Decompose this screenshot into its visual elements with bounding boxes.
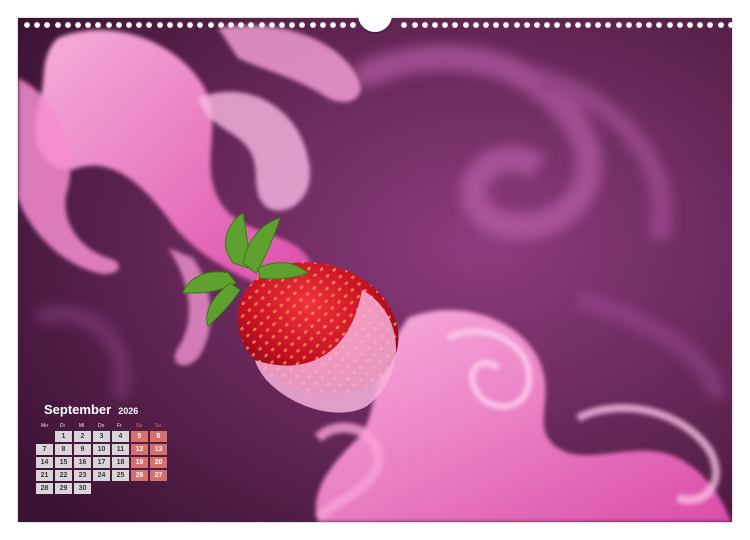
binding-hole — [268, 22, 275, 28]
binding-hole — [432, 22, 438, 28]
calendar-day — [36, 431, 53, 442]
binding-hole — [64, 22, 71, 28]
binding-hole — [309, 22, 316, 28]
binding-hole — [166, 22, 173, 28]
calendar-day: 22 — [55, 470, 72, 481]
calendar-day: 2 — [74, 431, 91, 442]
binding-hole — [625, 22, 632, 28]
calendar-day: 17 — [93, 457, 110, 468]
calendar-day: 8 — [55, 444, 72, 455]
binding-hole — [717, 22, 724, 28]
calendar-day: 27 — [150, 470, 167, 481]
calendar-day: 21 — [36, 470, 53, 481]
binding-hole — [105, 22, 112, 28]
weekday-label: Fr — [117, 423, 122, 429]
calendar-day: 30 — [74, 483, 91, 494]
calendar-day: 10 — [93, 444, 110, 455]
binding-hole — [687, 22, 693, 28]
binding-hole — [330, 22, 336, 28]
calendar-day: 16 — [74, 457, 91, 468]
calendar-day: 19 — [131, 457, 148, 468]
binding-hole — [217, 22, 224, 28]
binding-hole — [666, 22, 673, 28]
calendar-day: 20 — [150, 457, 167, 468]
calendar-day: 13 — [150, 444, 167, 455]
weekday-label: Di — [60, 423, 65, 429]
binding-hole — [585, 22, 591, 28]
calendar-day: 6 — [150, 431, 167, 442]
binding-hole — [483, 22, 489, 28]
calendar-day — [131, 483, 148, 494]
calendar-day: 28 — [36, 483, 53, 494]
weekday-label: So — [155, 423, 162, 429]
calendar-day: 1 — [55, 431, 72, 442]
calendar-day: 9 — [74, 444, 91, 455]
binding-hole — [676, 22, 683, 28]
binding-hole — [228, 22, 234, 28]
calendar-day: 29 — [55, 483, 72, 494]
binding-hole — [126, 22, 132, 28]
binding-hole — [534, 22, 540, 28]
calendar-day — [112, 483, 129, 494]
month-calendar: September 2026 Mo Di Mi Do Fr Sa So 1234… — [36, 402, 176, 496]
binding-hole — [319, 22, 326, 28]
weekday-label: Mi — [79, 423, 85, 429]
binding-hole — [54, 22, 61, 28]
calendar-day: 24 — [93, 470, 110, 481]
calendar-day: 14 — [36, 457, 53, 468]
binding-hole — [513, 22, 520, 28]
binding-hole — [258, 22, 265, 28]
calendar-day: 5 — [131, 431, 148, 442]
binding-hole — [411, 22, 418, 28]
calendar-day: 26 — [131, 470, 148, 481]
day-grid: 1 2 3 4 5 6 7 8 9 10 11 12 13 14 15 16 17 18 19 20 21 22 23 24 2… — [36, 431, 176, 496]
binding-hole — [727, 22, 734, 28]
calendar-day: 3 — [93, 431, 110, 442]
calendar-day: 4 — [112, 431, 129, 442]
calendar-day: 23 — [74, 470, 91, 481]
binding-hole — [156, 22, 163, 28]
calendar-day: 7 — [36, 444, 53, 455]
binding-hole — [177, 22, 183, 28]
weekday-label: Do — [98, 423, 105, 429]
binding-hole — [462, 22, 469, 28]
month-name: September — [44, 402, 112, 417]
calendar-day — [93, 483, 110, 494]
calendar-day — [150, 483, 167, 494]
calendar-day: 18 — [112, 457, 129, 468]
binding-hole — [636, 22, 642, 28]
binding-hole — [207, 22, 214, 28]
binding-hole — [615, 22, 622, 28]
binding-hole — [472, 22, 479, 28]
calendar-day: 12 — [131, 444, 148, 455]
binding-hole — [279, 22, 285, 28]
binding-hole — [564, 22, 571, 28]
binding-hole — [115, 22, 122, 28]
calendar-day: 25 — [112, 470, 129, 481]
binding-hole — [24, 22, 30, 28]
calendar-title: September 2026 — [36, 402, 176, 420]
binding-hole — [75, 22, 81, 28]
weekday-label: Mo — [41, 423, 48, 429]
calendar-day: 11 — [112, 444, 129, 455]
binding-hole — [421, 22, 428, 28]
binding-hole — [523, 22, 530, 28]
year-label: 2026 — [118, 406, 139, 416]
calendar-day: 15 — [55, 457, 72, 468]
weekday-header: Mo Di Mi Do Fr Sa So — [36, 423, 176, 431]
binding-hole — [574, 22, 581, 28]
calendar-page: September 2026 Mo Di Mi Do Fr Sa So 1234… — [18, 18, 732, 522]
weekday-label: Sa — [136, 423, 143, 429]
